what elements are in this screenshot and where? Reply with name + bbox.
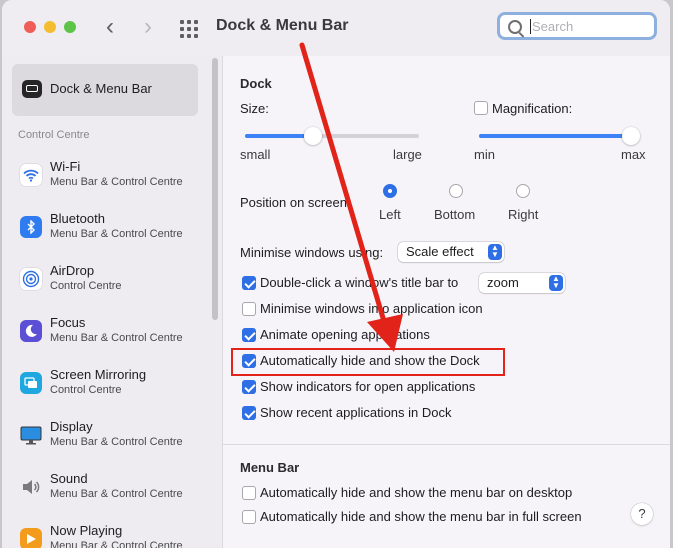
sidebar-item-sound[interactable]: Sound Menu Bar & Control Centre [18, 470, 208, 522]
magnification-slider-fill [479, 134, 631, 138]
sidebar-item-screen-mirroring[interactable]: Screen Mirroring Control Centre [18, 366, 208, 418]
minimize-window-button[interactable] [44, 21, 56, 33]
show-all-grid-icon[interactable] [180, 20, 198, 38]
title-bar: ‹ › Dock & Menu Bar Search [2, 0, 670, 56]
sidebar-item-name: Bluetooth [50, 211, 105, 226]
sidebar-item-name: Focus [50, 315, 86, 330]
position-bottom-label: Bottom [434, 207, 476, 222]
minimise-into-icon-checkbox[interactable] [242, 302, 256, 316]
position-right-label: Right [508, 207, 539, 222]
now-playing-icon [20, 528, 42, 548]
size-label: Size: [240, 101, 269, 116]
window-title: Dock & Menu Bar [216, 17, 349, 34]
double-click-checkbox[interactable] [242, 276, 256, 290]
size-slider-knob[interactable] [303, 127, 322, 145]
animate-opening-label: Animate opening applications [260, 327, 430, 342]
sidebar-item-label: Dock & Menu Bar [50, 81, 152, 96]
forward-chevron-icon[interactable]: › [138, 14, 158, 40]
show-recent-apps-checkbox[interactable] [242, 406, 256, 420]
sidebar-item-name: Now Playing [50, 523, 123, 538]
double-click-action-value: zoom [487, 275, 519, 290]
size-max-label: large [393, 147, 422, 162]
sidebar-item-name: Screen Mirroring [50, 367, 147, 382]
auto-hide-menu-bar-desktop-label: Automatically hide and show the menu bar… [260, 485, 573, 500]
magnification-label: Magnification: [492, 101, 573, 116]
size-slider[interactable] [245, 127, 419, 145]
sidebar-item-airdrop[interactable]: AirDrop Control Centre [18, 262, 208, 314]
focus-moon-icon [20, 320, 42, 342]
airdrop-icon [20, 268, 42, 290]
show-indicators-checkbox[interactable] [242, 380, 256, 394]
double-click-action-select[interactable]: zoom ▲ ▼ [479, 273, 565, 293]
sidebar-item-subtitle: Menu Bar & Control Centre [50, 176, 183, 188]
sidebar-item-name: Sound [50, 471, 88, 486]
minimise-effect-select[interactable]: Scale effect ▲ ▼ [398, 242, 504, 262]
sidebar-item-subtitle: Menu Bar & Control Centre [50, 488, 183, 500]
minimise-effect-value: Scale effect [406, 244, 474, 259]
bluetooth-icon [20, 216, 42, 238]
text-caret [530, 19, 531, 34]
position-left-radio[interactable] [383, 184, 397, 198]
magnification-slider[interactable] [479, 127, 640, 145]
auto-hide-menu-bar-desktop-checkbox[interactable] [242, 486, 256, 500]
sidebar-item-name: Display [50, 419, 93, 434]
sidebar: Dock & Menu Bar Control Centre Wi-Fi Men… [2, 56, 223, 548]
minimise-label: Minimise windows using: [240, 245, 384, 260]
position-label: Position on screen: [240, 195, 351, 210]
auto-hide-menu-bar-fullscreen-checkbox[interactable] [242, 510, 256, 524]
show-indicators-label: Show indicators for open applications [260, 379, 476, 394]
sidebar-item-subtitle: Control Centre [50, 384, 122, 396]
search-input[interactable]: Search [497, 12, 657, 40]
magnification-max-label: max [621, 147, 646, 162]
sidebar-scrollbar[interactable] [212, 58, 218, 320]
magnification-slider-knob[interactable] [622, 127, 640, 145]
sidebar-item-subtitle: Menu Bar & Control Centre [50, 228, 183, 240]
search-icon [508, 20, 522, 34]
zoom-window-button[interactable] [64, 21, 76, 33]
sidebar-item-focus[interactable]: Focus Menu Bar & Control Centre [18, 314, 208, 366]
screen-mirroring-icon [20, 372, 42, 394]
size-min-label: small [240, 147, 271, 162]
auto-hide-menu-bar-fullscreen-label: Automatically hide and show the menu bar… [260, 509, 582, 524]
magnification-min-label: min [474, 147, 495, 162]
position-left-label: Left [379, 207, 401, 222]
highlight-annotation-box [231, 348, 505, 376]
sidebar-item-subtitle: Control Centre [50, 280, 122, 292]
sound-icon [20, 476, 42, 498]
sidebar-item-wifi[interactable]: Wi-Fi Menu Bar & Control Centre [18, 158, 208, 210]
help-button[interactable]: ? [631, 503, 653, 525]
show-recent-apps-label: Show recent applications in Dock [260, 405, 452, 420]
dock-settings-pane: Dock Size: small large Magnification: mi… [223, 56, 670, 548]
dock-section-heading: Dock [240, 76, 272, 91]
sidebar-item-subtitle: Menu Bar & Control Centre [50, 332, 183, 344]
animate-opening-checkbox[interactable] [242, 328, 256, 342]
magnification-checkbox[interactable] [474, 101, 488, 115]
dock-menu-bar-icon [22, 80, 42, 98]
display-icon [20, 424, 42, 446]
sidebar-item-subtitle: Menu Bar & Control Centre [50, 436, 183, 448]
back-chevron-icon[interactable]: ‹ [100, 14, 120, 40]
section-divider [223, 444, 670, 445]
chevron-updown-icon: ▲ ▼ [488, 244, 502, 260]
menu-bar-section-heading: Menu Bar [240, 460, 300, 475]
wifi-icon [20, 164, 42, 186]
minimise-into-icon-label: Minimise windows into application icon [260, 301, 483, 316]
sidebar-item-name: AirDrop [50, 263, 95, 278]
search-placeholder: Search [532, 19, 574, 34]
close-window-button[interactable] [24, 21, 36, 33]
sidebar-item-now-playing[interactable]: Now Playing Menu Bar & Control Centre [18, 522, 208, 548]
sidebar-item-subtitle: Menu Bar & Control Centre [50, 540, 183, 548]
double-click-label: Double-click a window's title bar to [260, 275, 459, 290]
position-right-radio[interactable] [516, 184, 530, 198]
sidebar-item-bluetooth[interactable]: Bluetooth Menu Bar & Control Centre [18, 210, 208, 262]
size-slider-fill [245, 134, 313, 138]
system-preferences-window: ‹ › Dock & Menu Bar Search Dock & Menu B… [2, 0, 670, 548]
sidebar-item-dock-menu-bar[interactable]: Dock & Menu Bar [12, 64, 198, 116]
chevron-updown-icon: ▲ ▼ [549, 275, 563, 291]
sidebar-item-display[interactable]: Display Menu Bar & Control Centre [18, 418, 208, 470]
sidebar-section-header: Control Centre [18, 129, 90, 141]
position-bottom-radio[interactable] [449, 184, 463, 198]
sidebar-item-name: Wi-Fi [50, 159, 81, 174]
